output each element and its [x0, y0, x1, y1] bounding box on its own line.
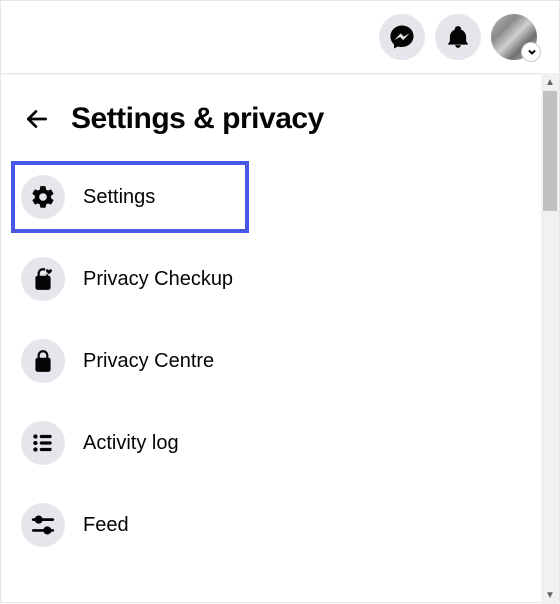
- menu-label: Settings: [83, 186, 155, 209]
- arrow-left-icon: [24, 106, 50, 132]
- menu-label: Feed: [83, 514, 129, 537]
- icon-wrap: [21, 175, 65, 219]
- lock-icon: [30, 348, 56, 374]
- gear-icon: [30, 184, 56, 210]
- scrollbar-down-icon[interactable]: ▼: [541, 586, 559, 604]
- feed-sliders-icon: [30, 512, 56, 538]
- lock-heart-icon: [30, 266, 56, 292]
- scrollbar[interactable]: ▲ ▼: [541, 73, 559, 604]
- page-title: Settings & privacy: [71, 102, 324, 136]
- menu-item-settings[interactable]: Settings: [13, 163, 247, 231]
- panel-header: Settings & privacy: [13, 93, 547, 163]
- profile-avatar[interactable]: [491, 14, 537, 60]
- menu-item-activity-log[interactable]: Activity log: [13, 409, 547, 477]
- back-button[interactable]: [17, 99, 57, 139]
- menu-item-feed[interactable]: Feed: [13, 491, 547, 559]
- menu-item-privacy-checkup[interactable]: Privacy Checkup: [13, 245, 547, 313]
- bell-icon: [445, 24, 471, 50]
- chevron-down-icon: [526, 46, 538, 58]
- topbar: [1, 1, 559, 73]
- menu-list: Settings Privacy Checkup: [13, 163, 547, 559]
- settings-privacy-panel: Settings & privacy Settings: [1, 75, 559, 559]
- menu-label: Activity log: [83, 432, 179, 455]
- scrollbar-up-icon[interactable]: ▲: [541, 73, 559, 91]
- activity-log-icon: [30, 430, 56, 456]
- scrollbar-thumb[interactable]: [543, 91, 557, 211]
- notifications-button[interactable]: [435, 14, 481, 60]
- icon-wrap: [21, 339, 65, 383]
- icon-wrap: [21, 257, 65, 301]
- icon-wrap: [21, 503, 65, 547]
- menu-label: Privacy Checkup: [83, 268, 233, 291]
- messenger-button[interactable]: [379, 14, 425, 60]
- menu-item-privacy-centre[interactable]: Privacy Centre: [13, 327, 547, 395]
- messenger-icon: [389, 24, 415, 50]
- icon-wrap: [21, 421, 65, 465]
- menu-label: Privacy Centre: [83, 350, 214, 373]
